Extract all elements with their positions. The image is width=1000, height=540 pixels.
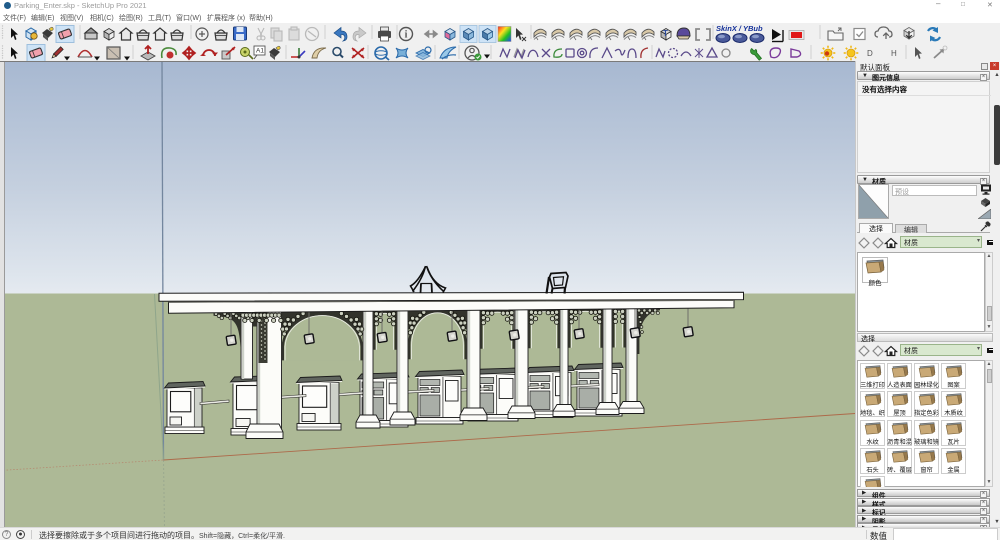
svg-text:H: H [891,49,897,58]
svg-text:A1: A1 [256,48,264,55]
svg-text:T: T [663,29,668,38]
svg-text:SkinX / YBub: SkinX / YBub [716,24,763,33]
svg-text:i: i [405,30,408,41]
svg-text:D: D [867,49,873,58]
